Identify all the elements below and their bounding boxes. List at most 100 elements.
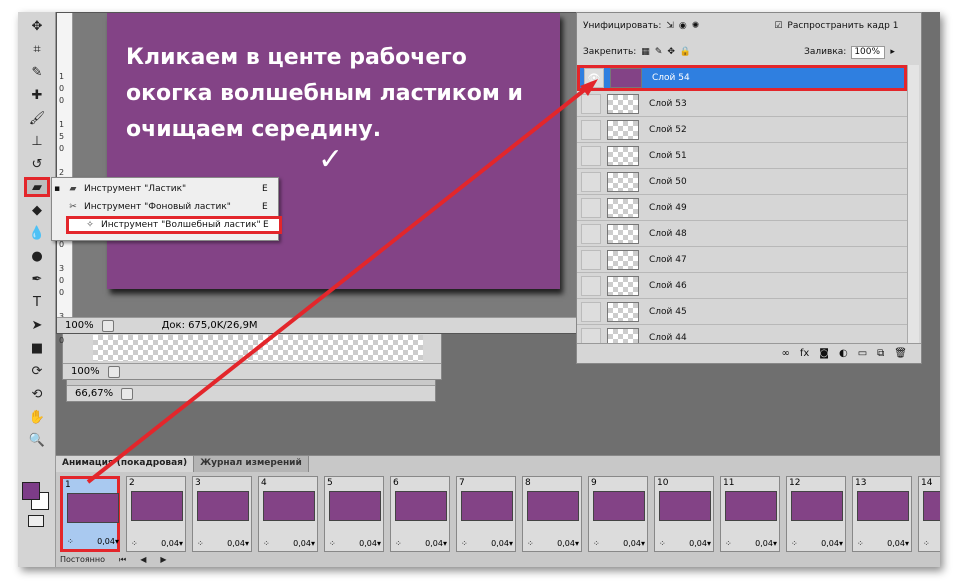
paint-bucket-icon[interactable]: ◆: [24, 200, 50, 220]
lock-transparency-icon[interactable]: ▦: [641, 47, 650, 57]
new-group-icon[interactable]: ▭: [858, 348, 867, 359]
unify-position-icon[interactable]: ⇲: [666, 21, 674, 31]
unify-style-icon[interactable]: ✺: [692, 21, 700, 31]
animation-frame[interactable]: 5 ⁘ 0,04▾: [324, 476, 384, 552]
rectangle-icon[interactable]: ■: [24, 338, 50, 358]
animation-frame[interactable]: 9 ⁘ 0,04▾: [588, 476, 648, 552]
layer-visibility-icon[interactable]: [581, 327, 601, 343]
fill-dropdown-icon[interactable]: ▸: [890, 47, 895, 57]
layer-row[interactable]: Слой 49: [577, 195, 907, 221]
link-layers-icon[interactable]: ∞: [781, 348, 789, 359]
frame-disposal-icon[interactable]: ⁘: [527, 539, 534, 548]
frame-disposal-icon[interactable]: ⁘: [857, 539, 864, 548]
main-status-button[interactable]: [101, 319, 114, 332]
delete-layer-icon[interactable]: 🗑: [894, 348, 907, 359]
lock-all-icon[interactable]: 🔒: [680, 47, 691, 57]
frame-disposal-icon[interactable]: ⁘: [923, 539, 930, 548]
layer-visibility-icon[interactable]: [581, 197, 601, 218]
layer-row[interactable]: Слой 45: [577, 299, 907, 325]
quick-mask-button[interactable]: [28, 515, 44, 527]
animation-frame[interactable]: 6 ⁘ 0,04▾: [390, 476, 450, 552]
healing-brush-icon[interactable]: ✚: [24, 85, 50, 105]
eraser-icon[interactable]: ▰: [24, 177, 50, 197]
history-brush-icon[interactable]: ↺: [24, 154, 50, 174]
layer-row[interactable]: 👁 Слой 54: [577, 65, 907, 91]
animation-frame[interactable]: 12 ⁘ 0,04▾: [786, 476, 846, 552]
animation-frame[interactable]: 10 ⁘ 0,04▾: [654, 476, 714, 552]
frame-disposal-icon[interactable]: ⁘: [263, 539, 270, 548]
frame-delay[interactable]: 0,04▾: [821, 539, 843, 548]
tab-measurement-log[interactable]: Журнал измерений: [194, 456, 309, 472]
layer-row[interactable]: Слой 48: [577, 221, 907, 247]
frame-disposal-icon[interactable]: ⁘: [395, 539, 402, 548]
frame-disposal-icon[interactable]: ⁘: [329, 539, 336, 548]
frame-disposal-icon[interactable]: ⁘: [131, 539, 138, 548]
animation-frame[interactable]: 1 ⁘ 0,04▾: [60, 476, 120, 552]
layer-row[interactable]: Слой 53: [577, 91, 907, 117]
dodge-icon[interactable]: ●: [24, 246, 50, 266]
adjustment-layer-icon[interactable]: ◐: [839, 348, 848, 359]
flyout-item-background-eraser[interactable]: ✂ Инструмент "Фоновый ластик" E: [52, 198, 278, 216]
frame-delay[interactable]: 0,04▾: [887, 539, 909, 548]
layer-visibility-icon[interactable]: [581, 223, 601, 244]
prev-frame-icon[interactable]: ◀: [140, 555, 146, 567]
animation-frame[interactable]: 8 ⁘ 0,04▾: [522, 476, 582, 552]
doc3-zoom[interactable]: 66,67%: [75, 388, 113, 399]
frame-delay[interactable]: 0,04▾: [491, 539, 513, 548]
layer-visibility-icon[interactable]: [581, 93, 601, 114]
frame-delay[interactable]: 0,04▾: [359, 539, 381, 548]
animation-frame[interactable]: 7 ⁘ 0,04▾: [456, 476, 516, 552]
animation-frame[interactable]: 11 ⁘ 0,04▾: [720, 476, 780, 552]
doc2-status-button[interactable]: [107, 365, 120, 378]
layer-style-icon[interactable]: fx: [800, 348, 809, 359]
propagate-checkbox[interactable]: ☑: [774, 21, 782, 31]
document-window-2[interactable]: 100%: [62, 332, 442, 380]
animation-frame[interactable]: 2 ⁘ 0,04▾: [126, 476, 186, 552]
foreground-color-swatch[interactable]: [22, 482, 40, 500]
frame-disposal-icon[interactable]: ⁘: [461, 539, 468, 548]
first-frame-icon[interactable]: ⏮: [119, 555, 126, 567]
layer-visibility-icon[interactable]: [581, 171, 601, 192]
frame-disposal-icon[interactable]: ⁘: [791, 539, 798, 548]
crop-icon[interactable]: ⌗: [24, 39, 50, 59]
fill-input[interactable]: 100%: [851, 45, 886, 59]
frame-delay[interactable]: 0,04▾: [755, 539, 777, 548]
main-zoom[interactable]: 100%: [65, 320, 94, 331]
move-icon[interactable]: ✥: [24, 16, 50, 36]
flyout-item-magic-eraser[interactable]: ✧ Инструмент "Волшебный ластик" E: [66, 216, 282, 234]
frame-delay[interactable]: 0,04▾: [623, 539, 645, 548]
animation-frame[interactable]: 14⁘0,04▾: [918, 476, 940, 552]
layer-row[interactable]: Слой 44: [577, 325, 907, 343]
frame-delay[interactable]: 0,04▾: [293, 539, 315, 548]
flyout-item-eraser[interactable]: ▪ ▰ Инструмент "Ластик" E: [52, 180, 278, 198]
frame-delay[interactable]: 0,04▾: [97, 537, 119, 546]
layer-mask-icon[interactable]: ◙: [819, 348, 829, 359]
eyedropper-icon[interactable]: ✎: [24, 62, 50, 82]
animation-frame[interactable]: 4 ⁘ 0,04▾: [258, 476, 318, 552]
lock-pixels-icon[interactable]: ✎: [655, 47, 663, 57]
animation-frame[interactable]: 3 ⁘ 0,04▾: [192, 476, 252, 552]
doc2-zoom[interactable]: 100%: [71, 366, 100, 377]
unify-visibility-icon[interactable]: ◉: [679, 21, 687, 31]
layer-visibility-icon[interactable]: [581, 145, 601, 166]
frame-disposal-icon[interactable]: ⁘: [593, 539, 600, 548]
stamp-icon[interactable]: ⊥: [24, 131, 50, 151]
hand-icon[interactable]: ✋: [24, 407, 50, 427]
layers-scrollbar[interactable]: [907, 65, 919, 343]
layer-visibility-icon[interactable]: [581, 249, 601, 270]
layer-visibility-icon[interactable]: [581, 301, 601, 322]
3d-rotate-icon[interactable]: ⟳: [24, 361, 50, 381]
play-icon[interactable]: ▶: [160, 555, 166, 567]
frame-disposal-icon[interactable]: ⁘: [659, 539, 666, 548]
layer-row[interactable]: Слой 51: [577, 143, 907, 169]
frame-delay[interactable]: 0,04▾: [227, 539, 249, 548]
new-layer-icon[interactable]: ⧉: [877, 348, 884, 359]
frame-delay[interactable]: 0,04▾: [161, 539, 183, 548]
brush-icon[interactable]: 🖌: [24, 108, 50, 128]
pen-icon[interactable]: ✒: [24, 269, 50, 289]
frame-delay[interactable]: 0,04▾: [557, 539, 579, 548]
lock-position-icon[interactable]: ✥: [667, 47, 675, 57]
frame-disposal-icon[interactable]: ⁘: [67, 537, 74, 546]
layer-row[interactable]: Слой 52: [577, 117, 907, 143]
blur-icon[interactable]: 💧: [24, 223, 50, 243]
